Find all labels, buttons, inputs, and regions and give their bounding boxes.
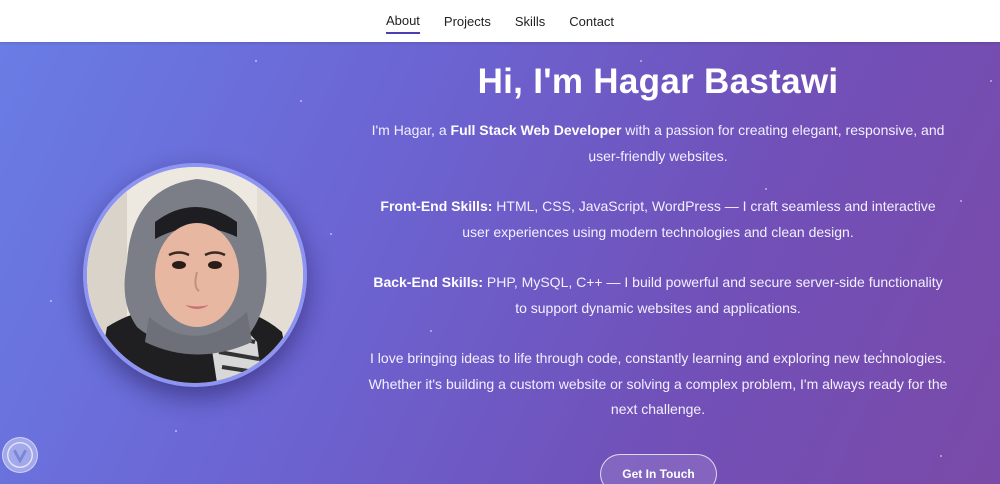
top-navbar: About Projects Skills Contact	[0, 0, 1000, 42]
logo-badge-icon	[2, 437, 38, 473]
closing-paragraph: I love bringing ideas to life through co…	[368, 350, 948, 417]
frontend-paragraph: Front-End Skills: HTML, CSS, JavaScript,…	[368, 194, 948, 245]
shield-logo-icon	[7, 442, 33, 468]
backend-label: Back-End Skills:	[373, 274, 484, 290]
intro-paragraph: I'm Hagar, a Full Stack Web Developer wi…	[368, 118, 948, 169]
intro-suffix: with a passion for creating elegant, res…	[588, 122, 945, 164]
nav-skills[interactable]: Skills	[515, 10, 545, 33]
hero-title: Hi, I'm Hagar Bastawi	[477, 62, 839, 101]
intro-highlight: Full Stack Web Developer	[450, 122, 622, 138]
intro-prefix: I'm Hagar, a	[371, 122, 451, 138]
nav-projects[interactable]: Projects	[444, 10, 491, 33]
hero-content: Hi, I'm Hagar Bastawi I'm Hagar, a Full …	[358, 62, 958, 448]
frontend-text: HTML, CSS, JavaScript, WordPress — I cra…	[462, 198, 936, 240]
get-in-touch-button[interactable]: Get In Touch	[600, 454, 717, 484]
frontend-label: Front-End Skills:	[380, 198, 493, 214]
nav-about[interactable]: About	[385, 9, 420, 34]
backend-paragraph: Back-End Skills: PHP, MySQL, C++ — I bui…	[368, 270, 948, 321]
profile-photo	[83, 163, 307, 387]
backend-text: PHP, MySQL, C++ — I build powerful and s…	[483, 274, 943, 316]
profile-photo-illustration	[87, 167, 303, 383]
nav-contact[interactable]: Contact	[569, 10, 614, 33]
